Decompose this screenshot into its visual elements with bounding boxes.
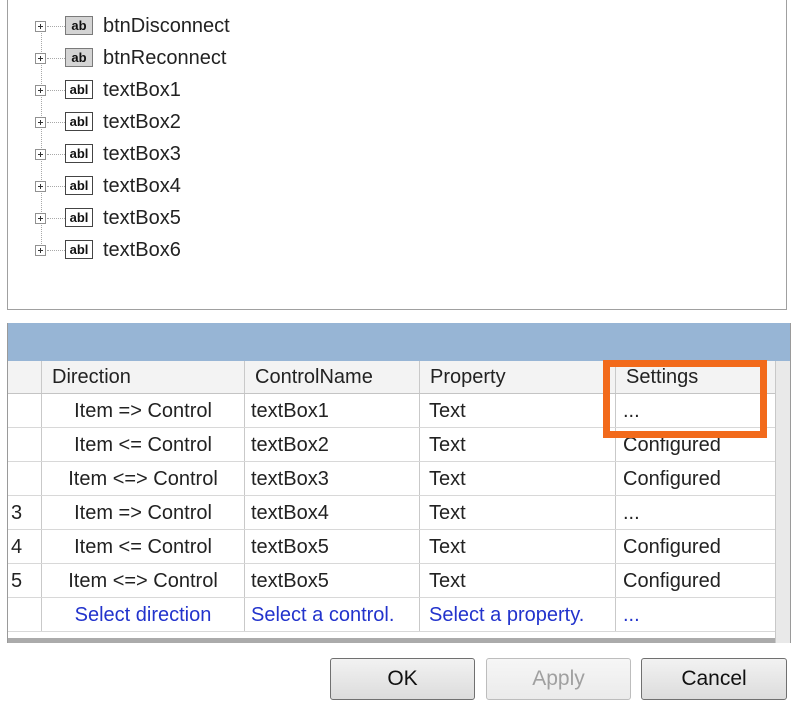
expand-icon[interactable] [35,117,46,128]
row-number-cell [8,394,42,427]
textbox-control-icon: abl [65,240,93,259]
settings-cell[interactable]: Configured [616,462,775,495]
row-number-cell: 3 [8,496,42,529]
controlname-cell[interactable]: textBox1 [245,394,420,427]
property-cell[interactable]: Text [420,496,616,529]
row-header-column [8,361,42,393]
tree-connector [47,26,65,27]
direction-cell[interactable]: Item => Control [42,496,245,529]
property-cell[interactable]: Text [420,394,616,427]
tree-connector [47,154,65,155]
tree-item-textbox1[interactable]: abl textBox1 [8,76,408,106]
direction-cell[interactable]: Item => Control [42,394,245,427]
column-header-controlname[interactable]: ControlName [245,361,420,393]
grid-row[interactable]: 5 Item <=> Control textBox5 Text Configu… [8,564,775,598]
button-control-icon: ab [65,16,93,35]
tree-item-label: textBox5 [103,207,181,229]
grid-row[interactable]: 3 Item => Control textBox4 Text ... [8,496,775,530]
tree-item-textbox3[interactable]: abl textBox3 [8,140,408,170]
tree-item-label: textBox1 [103,79,181,101]
row-number-cell [8,598,42,631]
tree-item-label: btnReconnect [103,47,227,69]
button-control-icon: ab [65,48,93,67]
apply-button[interactable]: Apply [486,658,631,700]
settings-cell[interactable]: ... [616,598,775,631]
expand-icon[interactable] [35,181,46,192]
tree-connector [47,218,65,219]
textbox-control-icon: abl [65,176,93,195]
controlname-cell[interactable]: textBox3 [245,462,420,495]
property-cell[interactable]: Text [420,462,616,495]
grid-row[interactable]: Item <=> Control textBox3 Text Configure… [8,462,775,496]
select-direction-cell[interactable]: Select direction [42,598,245,631]
tree-connector [47,250,65,251]
tree-connector [47,90,65,91]
select-property-cell[interactable]: Select a property. [420,598,616,631]
expand-icon[interactable] [35,245,46,256]
tree-item-textbox5[interactable]: abl textBox5 [8,204,408,234]
direction-cell[interactable]: Item <= Control [42,530,245,563]
textbox-control-icon: abl [65,208,93,227]
settings-cell[interactable]: ... [616,496,775,529]
tree-item-label: textBox6 [103,239,181,261]
grid-new-row[interactable]: Select direction Select a control. Selec… [8,598,775,632]
tree-connector [47,186,65,187]
expand-icon[interactable] [35,21,46,32]
controlname-cell[interactable]: textBox4 [245,496,420,529]
direction-cell[interactable]: Item <= Control [42,428,245,461]
settings-highlight-box [603,360,767,438]
grid-row[interactable]: 4 Item <= Control textBox5 Text Configur… [8,530,775,564]
property-cell[interactable]: Text [420,564,616,597]
settings-cell[interactable]: Configured [616,564,775,597]
expand-icon[interactable] [35,85,46,96]
tree-item-label: textBox4 [103,175,181,197]
vertical-scrollbar[interactable] [775,361,790,643]
tree-connector [47,58,65,59]
controlname-cell[interactable]: textBox2 [245,428,420,461]
column-header-direction[interactable]: Direction [42,361,245,393]
textbox-control-icon: abl [65,112,93,131]
direction-cell[interactable]: Item <=> Control [42,564,245,597]
expand-icon[interactable] [35,149,46,160]
tree-connector [47,122,65,123]
grid-caption-bar [8,323,790,361]
cancel-button[interactable]: Cancel [641,658,787,700]
direction-cell[interactable]: Item <=> Control [42,462,245,495]
ok-button[interactable]: OK [330,658,475,700]
row-number-cell: 5 [8,564,42,597]
expand-icon[interactable] [35,53,46,64]
tree-item-btnreconnect[interactable]: ab btnReconnect [8,44,408,74]
tree-item-textbox2[interactable]: abl textBox2 [8,108,408,138]
settings-cell[interactable]: Configured [616,530,775,563]
row-number-cell: 4 [8,530,42,563]
controlname-cell[interactable]: textBox5 [245,564,420,597]
tree-item-textbox4[interactable]: abl textBox4 [8,172,408,202]
row-number-cell [8,462,42,495]
expand-icon[interactable] [35,213,46,224]
property-cell[interactable]: Text [420,428,616,461]
property-cell[interactable]: Text [420,530,616,563]
tree-item-textbox6[interactable]: abl textBox6 [8,236,408,266]
tree-item-btndisconnect[interactable]: ab btnDisconnect [8,12,408,42]
textbox-control-icon: abl [65,144,93,163]
controlname-cell[interactable]: textBox5 [245,530,420,563]
row-number-cell [8,428,42,461]
column-header-property[interactable]: Property [420,361,616,393]
tree-item-label: textBox3 [103,143,181,165]
textbox-control-icon: abl [65,80,93,99]
tree-item-label: btnDisconnect [103,15,230,37]
select-control-cell[interactable]: Select a control. [245,598,420,631]
control-tree: ab btnDisconnect ab btnReconnect abl tex… [7,0,787,310]
tree-item-label: textBox2 [103,111,181,133]
